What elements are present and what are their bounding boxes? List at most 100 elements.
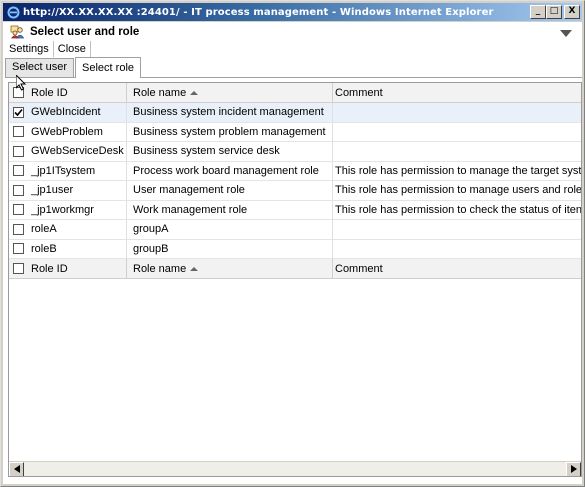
role-id-cell-text: GWebIncident — [31, 106, 101, 119]
role-id-cell: GWebServiceDesk — [31, 142, 127, 161]
minimize-button[interactable]: _ — [530, 5, 546, 19]
comment-cell-text: This role has permission to manage the t… — [335, 164, 582, 177]
column-header-comment[interactable]: Comment — [335, 83, 581, 102]
role-name-header-label: Role name — [133, 86, 187, 99]
role-id-footer-label: Role ID — [31, 262, 68, 275]
role-table-panel: Role ID Role name Comment GWebIncident Bu… — [8, 82, 582, 477]
comment-header-label: Comment — [335, 86, 383, 99]
row-checkbox[interactable] — [13, 243, 24, 255]
role-id-cell: _jp1ITsystem — [31, 161, 127, 180]
role-name-cell: groupA — [133, 220, 333, 239]
role-name-cell: Business system service desk — [133, 142, 333, 161]
chevron-left-icon — [13, 465, 20, 473]
close-window-button[interactable]: X — [564, 5, 580, 19]
table-row[interactable]: roleA groupA — [9, 220, 581, 240]
role-name-cell-text: Work management role — [133, 203, 248, 216]
role-name-cell: Business system problem management — [133, 122, 333, 141]
ie-icon — [6, 5, 20, 19]
table-header-row: Role ID Role name Comment — [9, 83, 581, 103]
title-bar[interactable]: http://XX.XX.XX.XX :24401/ - IT process … — [3, 3, 582, 21]
role-name-cell: Work management role — [133, 200, 333, 219]
row-checkbox[interactable] — [13, 223, 24, 235]
comment-cell — [335, 123, 581, 142]
role-id-cell: _jp1user — [31, 181, 127, 200]
table-row[interactable]: roleB groupB — [9, 239, 581, 259]
role-id-cell: GWebIncident — [31, 103, 127, 122]
sort-ascending-icon — [190, 266, 199, 271]
sort-ascending-icon — [190, 90, 199, 95]
row-checkbox[interactable] — [13, 106, 24, 118]
comment-cell — [335, 240, 581, 259]
select-all-checkbox-footer[interactable] — [13, 263, 24, 274]
dialog-header: Select user and role — [3, 22, 582, 42]
role-table: Role ID Role name Comment GWebIncident Bu… — [9, 83, 582, 279]
row-checkbox[interactable] — [13, 184, 24, 196]
mouse-pointer-icon — [15, 73, 27, 94]
table-row[interactable]: GWebIncident Business system incident man… — [9, 103, 581, 123]
role-name-cell: User management role — [133, 181, 333, 200]
role-name-cell: Business system incident management — [133, 103, 333, 122]
comment-cell: This role has permission to manage the t… — [335, 162, 582, 181]
role-id-cell-text: _jp1workmgr — [31, 203, 94, 216]
browser-window: http://XX.XX.XX.XX :24401/ - IT process … — [0, 0, 585, 487]
table-row[interactable]: _jp1ITsystem Process work board managemen… — [9, 161, 582, 181]
role-name-cell-text: groupA — [133, 223, 169, 236]
chevron-down-icon[interactable] — [560, 28, 572, 40]
user-role-icon — [10, 25, 26, 39]
role-id-cell-text: GWebProblem — [31, 125, 103, 138]
row-checkbox[interactable] — [13, 126, 24, 138]
column-footer-comment[interactable]: Comment — [335, 259, 581, 278]
scroll-track[interactable] — [24, 461, 566, 476]
horizontal-scrollbar[interactable] — [9, 461, 581, 476]
role-id-header-label: Role ID — [31, 86, 68, 99]
window-controls: _ □ X — [530, 5, 580, 19]
role-name-cell-text: Business system problem management — [133, 125, 326, 138]
comment-cell-text: This role has permission to manage users… — [335, 184, 582, 197]
role-id-cell: GWebProblem — [31, 122, 127, 141]
column-header-role-name[interactable]: Role name — [133, 83, 333, 102]
comment-cell: This role has permission to manage users… — [335, 181, 582, 200]
comment-cell: This role has permission to check the st… — [335, 201, 582, 220]
column-header-role-id[interactable]: Role ID — [31, 83, 127, 102]
page-content: Select user and role Settings Close Sele… — [3, 22, 582, 484]
role-id-cell-text: GWebServiceDesk — [31, 145, 124, 158]
comment-cell — [335, 220, 581, 239]
table-row[interactable]: _jp1workmgr Work management role This role… — [9, 200, 582, 220]
scroll-right-button[interactable] — [566, 461, 581, 476]
role-id-cell: roleB — [31, 239, 127, 258]
maximize-button[interactable]: □ — [546, 5, 562, 19]
role-name-footer-label: Role name — [133, 262, 187, 275]
page-title: Select user and role — [30, 26, 140, 38]
table-row[interactable]: _jp1user User management role This role ha… — [9, 181, 582, 201]
role-name-cell-text: groupB — [133, 242, 169, 255]
row-checkbox[interactable] — [13, 165, 24, 177]
table-row[interactable]: GWebProblem Business system problem manag… — [9, 122, 581, 142]
role-name-cell-text: Business system service desk — [133, 145, 280, 158]
chevron-right-icon — [570, 465, 577, 473]
role-id-cell-text: roleA — [31, 223, 57, 236]
comment-cell — [335, 103, 581, 122]
comment-cell-text: This role has permission to check the st… — [335, 203, 582, 216]
table-row[interactable]: GWebServiceDesk Business system service d… — [9, 142, 581, 162]
settings-menu-item[interactable]: Settings — [3, 41, 54, 57]
role-name-cell-text: Process work board management role — [133, 164, 319, 177]
role-id-cell-text: _jp1user — [31, 184, 74, 197]
menu-bar: Settings Close — [3, 41, 91, 57]
role-name-cell: groupB — [133, 239, 333, 258]
tab-bar: Select user Select role — [5, 57, 582, 78]
role-name-cell-text: User management role — [133, 184, 245, 197]
column-footer-role-name[interactable]: Role name — [133, 259, 333, 278]
table-footer-row: Role ID Role name Comment — [9, 259, 581, 279]
role-name-cell: Process work board management role — [133, 161, 333, 180]
role-name-cell-text: Business system incident management — [133, 106, 324, 119]
comment-cell — [335, 142, 581, 161]
close-menu-item[interactable]: Close — [54, 41, 91, 57]
row-checkbox[interactable] — [13, 204, 24, 216]
row-checkbox[interactable] — [13, 145, 24, 157]
column-footer-role-id[interactable]: Role ID — [31, 259, 127, 278]
window-title: http://XX.XX.XX.XX :24401/ - IT process … — [23, 6, 494, 18]
tab-select-role[interactable]: Select role — [75, 57, 142, 78]
role-id-cell-text: _jp1ITsystem — [31, 164, 96, 177]
scroll-left-button[interactable] — [9, 461, 24, 476]
checkmark-icon — [14, 108, 23, 116]
